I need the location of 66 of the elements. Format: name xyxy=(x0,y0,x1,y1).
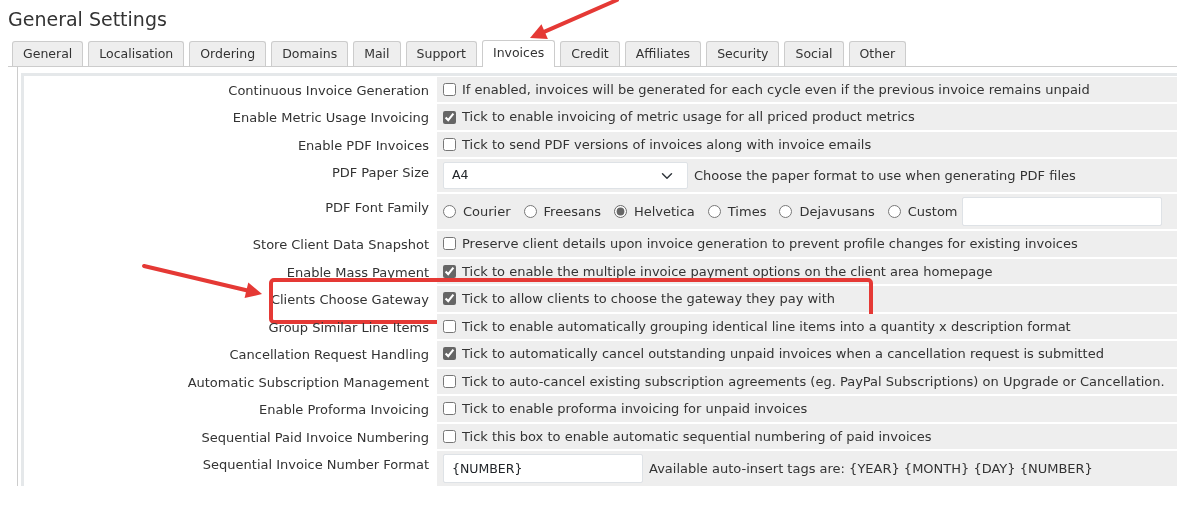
paper-size-select[interactable]: A4 xyxy=(443,162,688,190)
setting-label: Enable Proforma Invoicing xyxy=(258,402,429,418)
setting-label: Store Client Data Snapshot xyxy=(252,237,429,253)
page-title: General Settings xyxy=(8,8,167,31)
checkbox[interactable] xyxy=(443,110,456,124)
setting-description: Tick to send PDF versions of invoices along with invoice emails xyxy=(462,135,872,154)
radio-button[interactable] xyxy=(443,205,456,219)
radio-label: Helvetica xyxy=(633,202,695,221)
setting-description: Tick to enable automatically grouping identical line items into a quantity x description format xyxy=(462,317,1071,336)
setting-label: Group Similar Line Items xyxy=(268,319,429,335)
checkbox[interactable] xyxy=(443,237,456,251)
setting-label: Enable Mass Payment xyxy=(286,264,429,280)
custom-font-field[interactable] xyxy=(961,197,1162,227)
checkbox[interactable] xyxy=(443,264,456,278)
settings-tab[interactable]: Mail xyxy=(353,40,401,66)
checkbox[interactable] xyxy=(443,402,456,416)
setting-description: Tick to enable proforma invoicing for unpaid invoices xyxy=(462,400,808,419)
radio-button[interactable] xyxy=(613,205,627,219)
setting-description: Preserve client details upon invoice generation to prevent profile changes for existing invoices xyxy=(462,235,1078,254)
setting-description: Tick to enable invoicing of metric usage for all priced product metrics xyxy=(462,108,915,127)
setting-description: Choose the paper format to use when generating PDF files xyxy=(694,166,1076,185)
setting-label: PDF Paper Size xyxy=(331,165,429,181)
settings-tab[interactable]: General xyxy=(12,40,84,66)
radio-label: Dejavusans xyxy=(799,202,875,221)
setting-description: Tick to allow clients to choose the gateway they pay with xyxy=(462,290,836,309)
setting-description: Available auto-insert tags are: {YEAR} {MONTH} {DAY} {NUMBER} xyxy=(649,459,1093,478)
checkbox[interactable] xyxy=(443,83,456,97)
settings-tab[interactable]: Localisation xyxy=(88,40,185,66)
checkbox[interactable] xyxy=(443,429,456,443)
setting-label: Sequential Paid Invoice Numbering xyxy=(201,429,429,445)
radio-label: Custom xyxy=(907,202,958,221)
radio-button[interactable] xyxy=(887,205,901,219)
number-format-field[interactable]: {NUMBER} xyxy=(443,454,643,484)
checkbox[interactable] xyxy=(443,292,456,306)
settings-tab[interactable]: Support xyxy=(405,40,477,66)
settings-tab[interactable]: Invoices xyxy=(481,39,556,67)
settings-tab[interactable]: Domains xyxy=(271,40,349,66)
settings-tab[interactable]: Ordering xyxy=(189,40,267,66)
setting-label: Enable Metric Usage Invoicing xyxy=(232,110,429,126)
checkbox[interactable] xyxy=(443,374,456,388)
settings-tab[interactable]: Affiliates xyxy=(624,40,702,66)
setting-label: Cancellation Request Handling xyxy=(229,347,429,363)
checkbox[interactable] xyxy=(443,319,456,333)
setting-label: Enable PDF Invoices xyxy=(297,137,429,153)
settings-tab[interactable]: Social xyxy=(784,40,844,66)
setting-description: Tick to automatically cancel outstanding unpaid invoices when a cancellation request is submitted xyxy=(462,345,1104,364)
setting-description: Tick to enable the multiple invoice payment options on the client area homepage xyxy=(462,262,993,281)
checkbox[interactable] xyxy=(443,347,456,361)
setting-label: Sequential Invoice Number Format xyxy=(202,457,429,473)
settings-tab[interactable]: Credit xyxy=(560,40,620,66)
radio-label: Courier xyxy=(463,202,511,221)
settings-tab[interactable]: Other xyxy=(848,40,907,66)
setting-label: PDF Font Family xyxy=(325,200,429,216)
setting-description: Tick this box to enable automatic sequential numbering of paid invoices xyxy=(462,427,932,446)
setting-description: If enabled, invoices will be generated for each cycle even if the previous invoice remains unpaid xyxy=(462,80,1090,99)
setting-description: Tick to auto-cancel existing subscription agreements (eg. PayPal Subscriptions) on Upgrade or Cancellation. xyxy=(462,372,1165,391)
settings-tab[interactable]: Security xyxy=(706,40,780,66)
setting-label: Automatic Subscription Management xyxy=(187,374,429,390)
radio-label: Times xyxy=(727,202,767,221)
radio-label: Freesans xyxy=(543,202,601,221)
radio-button[interactable] xyxy=(707,205,721,219)
radio-button[interactable] xyxy=(523,205,537,219)
setting-label: Continuous Invoice Generation xyxy=(228,82,429,98)
checkbox[interactable] xyxy=(443,138,456,152)
setting-label: Clients Choose Gateway xyxy=(270,292,429,308)
radio-button[interactable] xyxy=(779,205,793,219)
